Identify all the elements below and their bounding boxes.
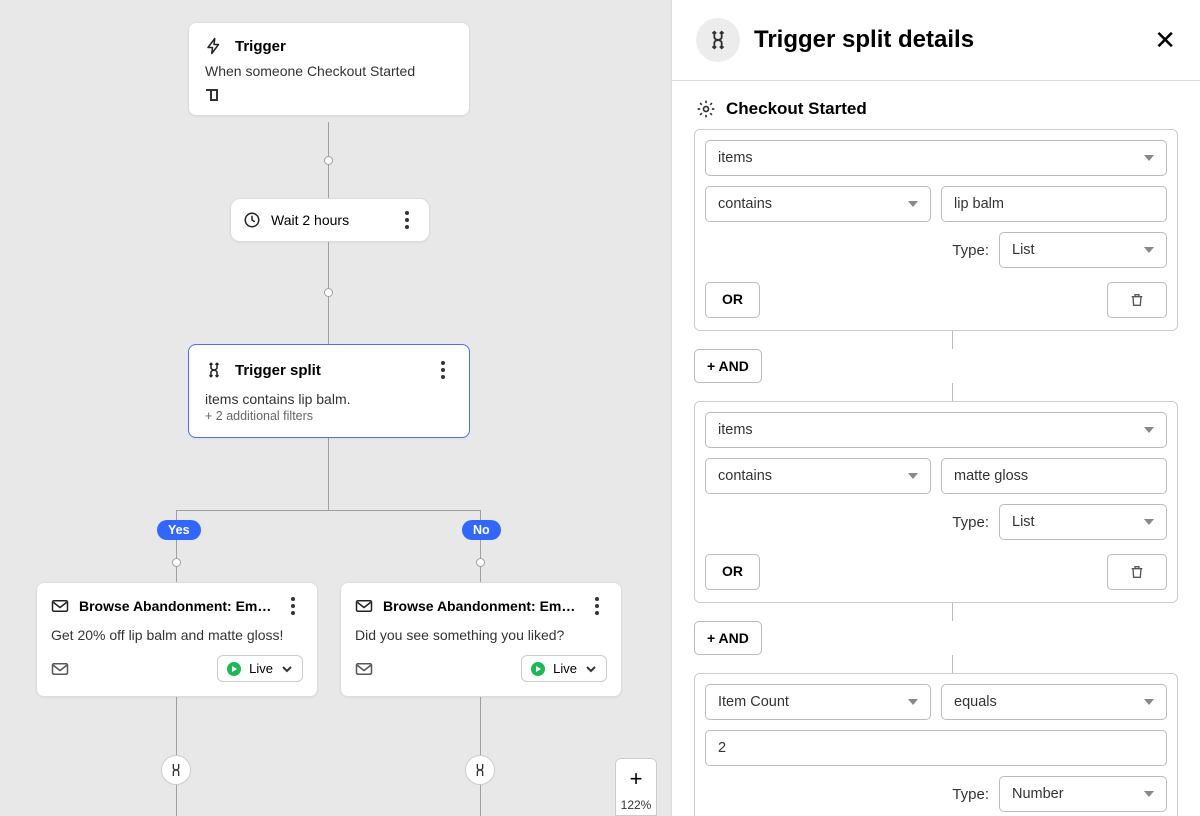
zoom-in-button[interactable]: + [616,763,656,795]
type-select[interactable]: Number [999,776,1167,812]
details-panel: Trigger split details ✕ Checkout Started… [671,0,1200,816]
chevron-down-icon [1144,155,1154,161]
chevron-down-icon [908,699,918,705]
delete-button[interactable] [1107,554,1167,590]
split-icon [168,762,184,778]
branch-yes-badge: Yes [157,520,201,540]
type-label: Type: [952,786,989,803]
mail-icon [51,661,69,677]
value-input[interactable]: lip balm [941,186,1167,222]
connector-node [172,558,181,567]
chevron-down-icon [908,473,918,479]
and-button[interactable]: + AND [694,621,762,655]
zoom-control: + 122% [615,758,657,816]
filter-icon [205,87,219,101]
status-label: Live [553,661,577,676]
split-icon [707,29,729,51]
operator-select[interactable]: equals [941,684,1167,720]
or-button[interactable]: OR [705,282,760,318]
chevron-down-icon [1144,791,1154,797]
trigger-split-card[interactable]: Trigger split items contains lip balm. +… [188,344,470,438]
email-menu-button[interactable] [283,595,303,617]
branch-no-badge: No [462,520,501,540]
connector-node [324,288,333,297]
lightning-icon [205,37,223,55]
email-card-yes[interactable]: Browse Abandonment: Email… Get 20% off l… [36,582,318,697]
type-select[interactable]: List [999,504,1167,540]
filter-group: items contains matte gloss Type: List OR [694,401,1178,603]
panel-icon [696,18,740,62]
value-input[interactable]: 2 [705,730,1167,766]
split-icon [472,762,488,778]
or-button[interactable]: OR [705,554,760,590]
status-dropdown[interactable]: Live [217,655,303,682]
close-button[interactable]: ✕ [1154,25,1176,56]
trash-icon [1129,292,1145,308]
trigger-label: Trigger [235,38,286,55]
email-card-no[interactable]: Browse Abandonment: Email… Did you see s… [340,582,622,697]
field-select[interactable]: items [705,140,1167,176]
delete-button[interactable] [1107,282,1167,318]
email-desc: Get 20% off lip balm and matte gloss! [51,627,303,643]
chevron-down-icon [1144,427,1154,433]
play-icon [531,662,545,676]
connector [176,510,481,511]
chevron-down-icon [281,663,293,675]
connector [328,438,329,510]
trigger-card[interactable]: Trigger When someone Checkout Started [188,22,470,116]
email-title: Browse Abandonment: Email… [383,598,577,614]
status-label: Live [249,661,273,676]
filter-group: items contains lip balm Type: List OR [694,129,1178,331]
email-desc: Did you see something you liked? [355,627,607,643]
email-title: Browse Abandonment: Email… [79,598,273,614]
and-button[interactable]: + AND [694,349,762,383]
split-node-button[interactable] [465,755,495,785]
section-title: Checkout Started [726,99,867,119]
type-label: Type: [952,242,989,259]
wait-label: Wait 2 hours [271,212,349,228]
gear-icon [696,99,716,119]
play-icon [227,662,241,676]
field-select[interactable]: items [705,412,1167,448]
type-label: Type: [952,514,989,531]
wait-menu-button[interactable] [397,209,417,231]
trash-icon [1129,564,1145,580]
mail-icon [355,598,373,614]
chevron-down-icon [908,201,918,207]
split-menu-button[interactable] [433,359,453,381]
split-sub: + 2 additional filters [205,409,453,423]
status-dropdown[interactable]: Live [521,655,607,682]
wait-card[interactable]: Wait 2 hours [230,198,430,242]
clock-icon [243,211,261,229]
mail-icon [355,661,373,677]
connector-node [324,156,333,165]
flow-canvas[interactable]: Trigger When someone Checkout Started Wa… [0,0,671,816]
chevron-down-icon [1144,519,1154,525]
split-desc: items contains lip balm. [205,391,453,407]
operator-select[interactable]: contains [705,186,931,222]
split-label: Trigger split [235,362,321,379]
mail-icon [51,598,69,614]
chevron-down-icon [585,663,597,675]
split-icon [205,361,223,379]
chevron-down-icon [1144,699,1154,705]
value-input[interactable]: matte gloss [941,458,1167,494]
operator-select[interactable]: contains [705,458,931,494]
email-menu-button[interactable] [587,595,607,617]
filter-group: Item Count equals 2 Type: Number OR [694,673,1178,816]
panel-title: Trigger split details [754,26,974,54]
field-select[interactable]: Item Count [705,684,931,720]
connector-node [476,558,485,567]
trigger-desc: When someone Checkout Started [205,63,453,79]
split-node-button[interactable] [161,755,191,785]
zoom-percent: 122% [621,795,652,815]
chevron-down-icon [1144,247,1154,253]
type-select[interactable]: List [999,232,1167,268]
